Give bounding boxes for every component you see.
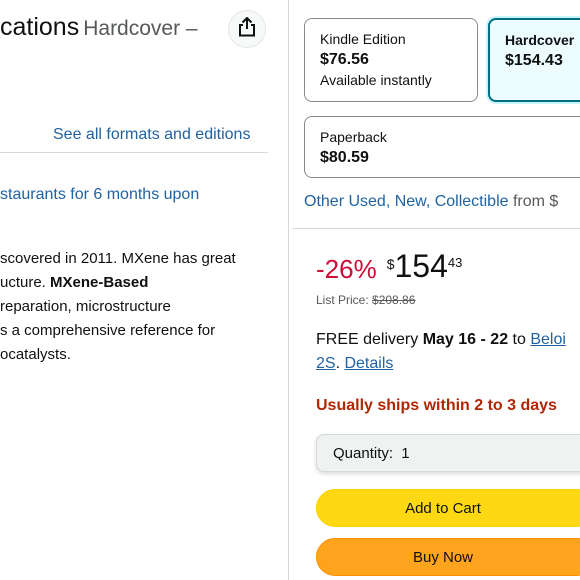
- quantity-label: Quantity:: [333, 445, 394, 462]
- delivery-info: FREE delivery May 16 - 22 to Beloi 2S. D…: [316, 331, 566, 372]
- format-availability: Available instantly: [320, 72, 432, 88]
- product-title: cations Hardcover –: [0, 13, 198, 42]
- buy-now-button[interactable]: Buy Now: [316, 538, 580, 576]
- other-used-from: from $: [512, 193, 559, 210]
- description-bold: MXene-Based: [50, 274, 149, 291]
- description-line: reparation, microstructure: [0, 298, 171, 315]
- buy-now-label: Buy Now: [412, 548, 474, 566]
- format-name: Hardcover: [505, 32, 575, 48]
- delivery-location-link-2[interactable]: 2S: [316, 355, 336, 372]
- format-paperback[interactable]: Paperback $80.59: [304, 116, 580, 178]
- currency-symbol: $: [386, 256, 395, 272]
- list-price: List Price: $208.86: [316, 293, 416, 307]
- see-all-formats-link[interactable]: See all formats and editions: [53, 126, 250, 144]
- price-whole: 154: [394, 248, 448, 284]
- add-to-cart-button[interactable]: Add to Cart: [316, 489, 580, 527]
- other-used-new: Other Used, New, Collectible from $: [304, 193, 558, 211]
- promo-link[interactable]: staurants for 6 months upon: [0, 186, 199, 204]
- list-price-value: $208.86: [372, 293, 416, 307]
- format-price: $154.43: [505, 52, 563, 69]
- quantity-value: 1: [401, 445, 410, 462]
- format-name: Paperback: [320, 129, 387, 145]
- format-hardcover[interactable]: Hardcover $154.43: [488, 18, 580, 102]
- product-description: scovered in 2011. MXene has great ucture…: [0, 247, 236, 367]
- description-line: ocatalysts.: [0, 346, 71, 363]
- format-kindle[interactable]: Kindle Edition $76.56 Available instantl…: [304, 18, 478, 102]
- product-format-label: Hardcover –: [83, 17, 198, 40]
- price-fraction: 43: [447, 255, 463, 270]
- divider: [292, 228, 580, 229]
- share-icon: [238, 16, 256, 42]
- product-title-text: cations: [0, 13, 80, 41]
- discount-percent: -26%: [316, 254, 377, 284]
- description-line: ucture. MXene-Based: [0, 274, 149, 291]
- format-price: $80.59: [320, 149, 369, 166]
- quantity-select[interactable]: Quantity: 1: [316, 434, 580, 472]
- description-line: s a comprehensive reference for: [0, 322, 216, 339]
- delivery-dates: May 16 - 22: [422, 331, 509, 348]
- shipping-status: Usually ships within 2 to 3 days: [316, 397, 557, 414]
- format-price: $76.56: [320, 51, 369, 68]
- add-to-cart-label: Add to Cart: [405, 499, 481, 517]
- share-button[interactable]: [228, 10, 266, 48]
- delivery-details-link[interactable]: Details: [344, 355, 393, 372]
- format-name: Kindle Edition: [320, 31, 406, 47]
- divider: [0, 152, 268, 153]
- description-line: scovered in 2011. MXene has great: [0, 250, 236, 267]
- other-used-link[interactable]: Other Used, New, Collectible: [304, 193, 509, 210]
- price-block: -26% $ 154 43: [316, 248, 462, 285]
- delivery-location-link[interactable]: Beloi: [530, 331, 566, 348]
